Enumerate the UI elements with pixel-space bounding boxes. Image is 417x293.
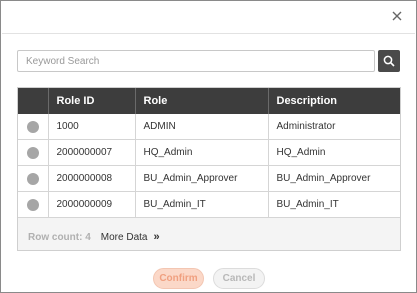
- cell-role: BU_Admin_Approver: [135, 165, 269, 192]
- table-footer: Row count: 4 More Data »: [28, 231, 160, 243]
- roles-table-container: Role ID Role Description 1000 ADMIN Admi…: [17, 87, 401, 251]
- column-header-role-id[interactable]: Role ID: [48, 88, 136, 114]
- table-row[interactable]: 2000000009 BU_Admin_IT BU_Admin_IT: [18, 191, 400, 218]
- double-chevron-right-icon: »: [153, 231, 160, 243]
- column-header-description[interactable]: Description: [268, 88, 400, 114]
- role-select-dialog: Role ID Role Description 1000 ADMIN Admi…: [0, 0, 417, 293]
- row-radio-button[interactable]: [26, 172, 39, 185]
- header-divider: [2, 33, 415, 34]
- more-data-label: More Data: [100, 231, 148, 243]
- row-radio-button[interactable]: [26, 198, 39, 211]
- cell-role: BU_Admin_IT: [135, 191, 269, 218]
- cell-role-id: 2000000009: [48, 191, 136, 218]
- row-select-cell: [18, 114, 49, 140]
- table-row[interactable]: 1000 ADMIN Administrator: [18, 114, 400, 140]
- table-header-row: Role ID Role Description: [18, 88, 400, 114]
- cell-role-id: 2000000008: [48, 165, 136, 192]
- close-icon: [392, 11, 402, 21]
- row-select-cell: [18, 139, 49, 166]
- search-row: [17, 50, 400, 74]
- search-button[interactable]: [378, 50, 400, 72]
- column-header-role[interactable]: Role: [135, 88, 269, 114]
- row-select-cell: [18, 191, 49, 218]
- roles-table: Role ID Role Description 1000 ADMIN Admi…: [18, 88, 400, 218]
- cell-role-id: 2000000007: [48, 139, 136, 166]
- cell-description: BU_Admin_IT: [268, 191, 400, 218]
- keyword-search-input[interactable]: [17, 50, 375, 72]
- cancel-button[interactable]: Cancel: [213, 268, 265, 289]
- cell-description: BU_Admin_Approver: [268, 165, 400, 192]
- row-select-cell: [18, 165, 49, 192]
- select-column-header: [18, 88, 49, 114]
- dialog-actions: Confirm Cancel: [153, 268, 265, 289]
- cell-role: ADMIN: [135, 114, 269, 140]
- cell-role: HQ_Admin: [135, 139, 269, 166]
- table-row[interactable]: 2000000008 BU_Admin_Approver BU_Admin_Ap…: [18, 165, 400, 192]
- more-data-link[interactable]: More Data »: [101, 231, 160, 243]
- row-radio-button[interactable]: [26, 120, 39, 133]
- cell-description: Administrator: [268, 114, 400, 140]
- table-row[interactable]: 2000000007 HQ_Admin HQ_Admin: [18, 139, 400, 166]
- row-radio-button[interactable]: [26, 146, 39, 159]
- cell-description: HQ_Admin: [268, 139, 400, 166]
- cell-role-id: 1000: [48, 114, 136, 140]
- close-button[interactable]: [390, 9, 404, 23]
- confirm-button[interactable]: Confirm: [153, 268, 204, 289]
- row-count-label: Row count: 4: [28, 231, 91, 243]
- search-icon: [383, 55, 395, 67]
